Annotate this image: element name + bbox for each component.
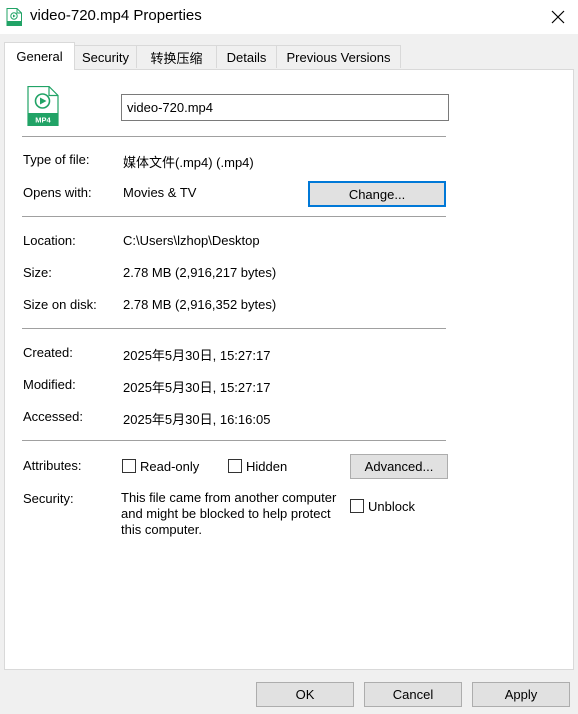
unblock-label[interactable]: Unblock bbox=[368, 499, 415, 514]
location-value: C:\Users\lzhop\Desktop bbox=[123, 233, 260, 248]
apply-button[interactable]: Apply bbox=[472, 682, 570, 707]
security-label: Security: bbox=[23, 491, 74, 506]
advanced-button[interactable]: Advanced... bbox=[350, 454, 448, 479]
modified-value: 2025年5月30日, 15:27:17 bbox=[123, 380, 271, 395]
hidden-label[interactable]: Hidden bbox=[246, 459, 287, 474]
general-panel bbox=[4, 69, 574, 670]
separator bbox=[22, 216, 446, 217]
opens-with-label: Opens with: bbox=[23, 185, 92, 200]
size-label: Size: bbox=[23, 265, 52, 280]
type-of-file-label: Type of file: bbox=[23, 152, 90, 167]
close-icon bbox=[551, 10, 565, 24]
read-only-label[interactable]: Read-only bbox=[140, 459, 199, 474]
size-value: 2.78 MB (2,916,217 bytes) bbox=[123, 265, 277, 280]
cancel-button[interactable]: Cancel bbox=[364, 682, 462, 707]
created-value: 2025年5月30日, 15:27:17 bbox=[123, 348, 271, 363]
opens-with-value: Movies & TV bbox=[123, 185, 197, 200]
accessed-value: 2025年5月30日, 16:16:05 bbox=[123, 412, 271, 427]
separator bbox=[22, 328, 446, 329]
close-button[interactable] bbox=[544, 4, 572, 30]
mp4-file-icon: MP4 bbox=[27, 85, 59, 127]
type-of-file-value: 媒体文件(.mp4) (.mp4) bbox=[123, 155, 254, 170]
ok-button[interactable]: OK bbox=[256, 682, 354, 707]
file-name-input[interactable] bbox=[121, 94, 449, 121]
tab-security[interactable]: Security bbox=[74, 45, 137, 68]
separator bbox=[22, 136, 446, 137]
unblock-checkbox[interactable] bbox=[350, 499, 364, 513]
tab-details[interactable]: Details bbox=[216, 45, 277, 68]
mp4-file-icon bbox=[6, 8, 22, 26]
change-button[interactable]: Change... bbox=[308, 181, 446, 207]
hidden-checkbox[interactable] bbox=[228, 459, 242, 473]
tab-previous-versions[interactable]: Previous Versions bbox=[276, 45, 401, 68]
location-label: Location: bbox=[23, 233, 76, 248]
security-warning-text: This file came from another computer and… bbox=[121, 490, 337, 537]
read-only-checkbox[interactable] bbox=[122, 459, 136, 473]
tab-conversion[interactable]: 转换压缩 bbox=[136, 45, 217, 68]
attributes-label: Attributes: bbox=[23, 458, 82, 473]
window-title: video-720.mp4 Properties bbox=[30, 7, 202, 24]
tab-general[interactable]: General bbox=[4, 42, 75, 70]
file-badge: MP4 bbox=[35, 116, 51, 125]
separator bbox=[22, 440, 446, 441]
accessed-label: Accessed: bbox=[23, 409, 83, 424]
modified-label: Modified: bbox=[23, 377, 76, 392]
size-on-disk-value: 2.78 MB (2,916,352 bytes) bbox=[123, 297, 277, 312]
created-label: Created: bbox=[23, 345, 73, 360]
size-on-disk-label: Size on disk: bbox=[23, 297, 97, 312]
